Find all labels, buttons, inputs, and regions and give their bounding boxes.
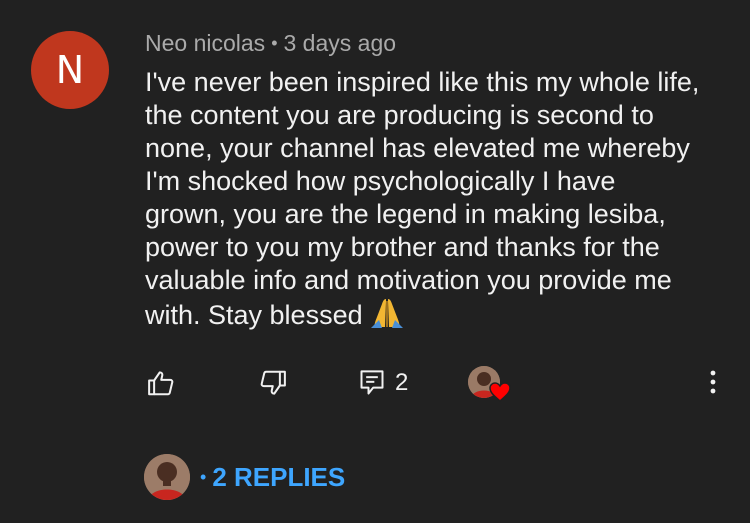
comment-line: grown, you are the legend in making lesi… [145,199,666,229]
more-vertical-icon [701,366,725,400]
creator-heart-icon [489,382,511,407]
reply-count: 2 [395,369,409,396]
author-name[interactable]: Neo nicolas [145,30,265,56]
dislike-button[interactable] [258,366,288,400]
more-options-button[interactable] [701,366,725,400]
view-replies-button[interactable]: • 2 REPLIES [144,453,345,501]
comment-line: I've never been inspired like this my wh… [145,67,700,97]
like-button[interactable] [146,366,176,400]
replies-label: 2 REPLIES [212,461,346,492]
reply-author-avatar [144,454,190,500]
comment-line: none, your channel has elevated me where… [145,133,690,163]
author-avatar[interactable]: N [31,31,109,109]
comment-header: Neo nicolas • 3 days ago [145,30,396,57]
thumbs-up-icon [146,368,176,398]
comment-line: the content you are producing is second … [145,100,654,130]
thumbs-down-icon [258,368,288,398]
meta-separator: • [271,33,278,53]
comment-text: I've never been inspired like this my wh… [145,66,725,337]
comment-line: with. Stay blessed [145,300,363,330]
folded-hands-emoji [369,297,405,337]
comment-last-line: with. Stay blessed [145,297,725,337]
creator-heart-badge[interactable] [468,366,512,404]
reply-button[interactable]: 2 [359,366,408,400]
comment-line: valuable info and motivation you provide… [145,265,672,295]
reply-avatar-image [144,454,190,500]
comment-timestamp[interactable]: 3 days ago [284,30,397,56]
reply-comment-icon [359,369,385,397]
comment-line: power to you my brother and thanks for t… [145,232,660,262]
avatar-letter: N [55,48,85,92]
comment-line: I'm shocked how psychologically I have [145,166,616,196]
replies-separator: • [200,466,207,487]
